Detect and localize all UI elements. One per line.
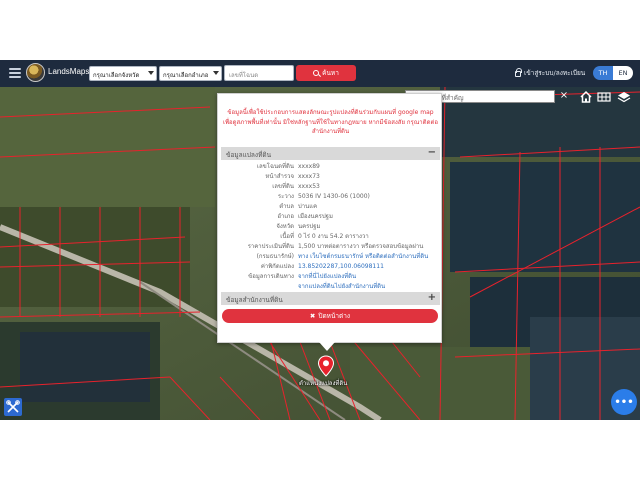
detail-label: เนื้อที่ — [280, 233, 294, 240]
search-button[interactable]: ค้นหา — [296, 65, 356, 81]
collapse-icon[interactable]: − — [428, 147, 436, 158]
directions-to-office-link[interactable]: จากแปลงที่ดินไปยังสำนักงานที่ดิน — [298, 282, 385, 292]
login-link-label: เข้าสู่ระบบ/ลงทะเบียน — [524, 69, 586, 77]
detail-label: อำเภอ — [277, 213, 294, 220]
detail-row: (กรมธนารักษ์) ทาง เว็บไซต์กรมธนารักษ์ หรื… — [221, 252, 440, 262]
parcel-section-title: ข้อมูลแปลงที่ดิน — [226, 151, 272, 159]
home-icon[interactable] — [579, 89, 593, 103]
detail-row: เนื้อที่ 0 ไร่ 0 งาน 54.2 ตารางวา — [221, 232, 440, 242]
chat-icon[interactable]: ••• — [611, 389, 637, 415]
detail-row: เลขที่ดิน xxxx53 — [221, 182, 440, 192]
detail-value: xxxx89 — [298, 163, 320, 170]
detail-row: ราคาประเมินที่ดิน 1,500 บาทต่อตารางวา หรื… — [221, 242, 440, 252]
search-button-label: ค้นหา — [322, 69, 339, 77]
detail-label: ค่าพิกัดแปลง — [260, 263, 294, 270]
landsmaps-logo[interactable] — [26, 63, 45, 82]
chevron-down-icon — [148, 71, 154, 75]
parcel-number-placeholder: เลขที่โฉนด — [229, 72, 259, 79]
search-icon — [313, 70, 320, 76]
popup-pointer — [319, 342, 335, 351]
detail-value: xxxx73 — [298, 173, 320, 180]
parcel-section-header[interactable]: ข้อมูลแปลงที่ดิน − — [221, 147, 440, 160]
layers-icon[interactable] — [617, 89, 631, 103]
lock-icon — [515, 68, 522, 77]
detail-row: ข้อมูลการเดินทาง จากที่นี่ไปยังแปลงที่ดิน — [221, 272, 440, 282]
tools-icon[interactable] — [4, 398, 22, 416]
treasury-website-link[interactable]: ทาง เว็บไซต์กรมธนารักษ์ หรือติดต่อสำนักง… — [298, 252, 428, 262]
detail-value: 1,500 บาทต่อตารางวา หรือตรวจสอบข้อมูลผ่า… — [298, 243, 424, 250]
detail-value: 5036 IV 1430-06 (1000) — [298, 193, 370, 200]
province-select[interactable]: กรุณาเลือกจังหวัด — [89, 66, 157, 81]
brand-name: LandsMaps — [48, 67, 90, 76]
marker-label: ตำแหน่งแปลงที่ดิน — [299, 380, 348, 387]
detail-label: ระวาง — [277, 193, 294, 200]
detail-row: อำเภอ เมืองนครปฐม — [221, 212, 440, 222]
detail-row: ตำบล บ่านแค — [221, 202, 440, 212]
district-select[interactable]: กรุณาเลือกอำเภอ — [159, 66, 222, 81]
detail-value: บ่านแค — [298, 203, 318, 210]
detail-value: 0 ไร่ 0 งาน 54.2 ตารางวา — [298, 233, 369, 240]
district-select-value: กรุณาเลือกอำเภอ — [163, 72, 209, 79]
office-section-title: ข้อมูลสำนักงานที่ดิน — [226, 296, 283, 304]
close-icon: ✖ — [309, 312, 316, 320]
expand-icon[interactable]: + — [428, 292, 436, 303]
detail-value: เมืองนครปฐม — [298, 213, 333, 220]
top-navbar: LandsMaps กรุณาเลือกจังหวัด กรุณาเลือกอำ… — [0, 60, 640, 87]
detail-label: ตำบล — [279, 203, 294, 210]
grid-icon[interactable] — [597, 89, 611, 103]
close-popup-button[interactable]: ✖ ปิดหน้าต่าง — [222, 309, 438, 323]
menu-icon[interactable] — [9, 68, 21, 78]
detail-label: เลขที่ดิน — [272, 183, 294, 190]
lang-en-button[interactable]: EN — [613, 66, 633, 80]
detail-row: เลขโฉนดที่ดิน xxxx89 — [221, 162, 440, 172]
parcel-info-popup: ข้อมูลนี้เพื่อใช้ประกอบการแสดงลักษณะรูปแ… — [217, 93, 442, 343]
map-pin-icon[interactable] — [317, 355, 335, 377]
detail-label: หน้าสำรวจ — [265, 173, 294, 180]
chevron-down-icon — [213, 71, 219, 75]
detail-row: จากแปลงที่ดินไปยังสำนักงานที่ดิน — [221, 282, 440, 292]
detail-label: ข้อมูลการเดินทาง — [248, 273, 294, 280]
lang-th-button[interactable]: TH — [593, 66, 613, 80]
detail-row: หน้าสำรวจ xxxx73 — [221, 172, 440, 182]
detail-row: จังหวัด นครปฐม — [221, 222, 440, 232]
parcel-number-input[interactable]: เลขที่โฉนด — [224, 65, 294, 81]
province-select-value: กรุณาเลือกจังหวัด — [93, 72, 140, 79]
detail-label: จังหวัด — [276, 223, 294, 230]
directions-to-parcel-link[interactable]: จากที่นี่ไปยังแปลงที่ดิน — [298, 272, 356, 282]
login-link[interactable]: เข้าสู่ระบบ/ลงทะเบียน — [515, 68, 585, 78]
coordinates-link[interactable]: 13.85202287,100.06098111 — [298, 262, 384, 272]
detail-label: (กรมธนารักษ์) — [256, 253, 294, 260]
disclaimer-notice: ข้อมูลนี้เพื่อใช้ประกอบการแสดงลักษณะรูปแ… — [223, 109, 438, 135]
detail-row: ค่าพิกัดแปลง 13.85202287,100.06098111 — [221, 262, 440, 272]
detail-label: ราคาประเมินที่ดิน — [247, 243, 294, 250]
detail-value: xxxx53 — [298, 183, 320, 190]
detail-row: ระวาง 5036 IV 1430-06 (1000) — [221, 192, 440, 202]
clear-search-icon[interactable]: × — [559, 89, 569, 102]
office-section-header[interactable]: ข้อมูลสำนักงานที่ดิน + — [221, 292, 440, 305]
screenshot-frame: LandsMaps กรุณาเลือกจังหวัด กรุณาเลือกอำ… — [0, 0, 640, 480]
detail-label: เลขโฉนดที่ดิน — [256, 163, 294, 170]
close-popup-label: ปิดหน้าต่าง — [318, 312, 351, 320]
detail-value: นครปฐม — [298, 223, 321, 230]
